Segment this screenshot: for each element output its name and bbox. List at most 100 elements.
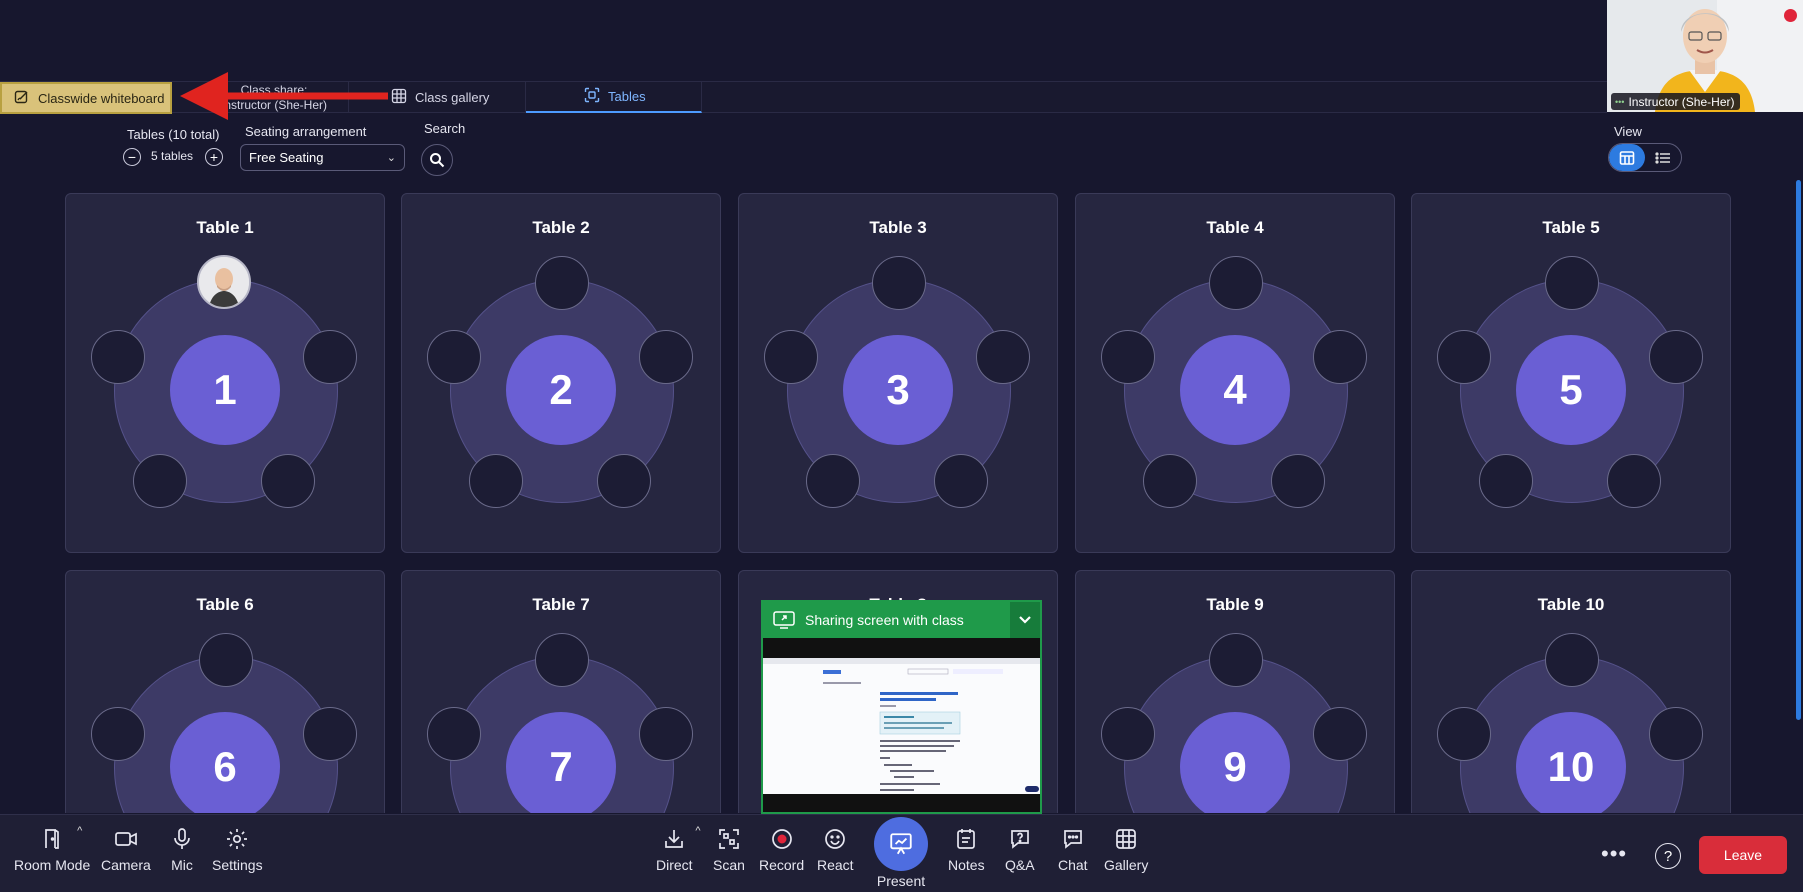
camera-button[interactable]: Camera [101, 827, 151, 873]
seat-empty[interactable] [1437, 707, 1491, 761]
seat-empty[interactable] [199, 633, 253, 687]
scan-button[interactable]: Scan [713, 827, 745, 873]
notes-button[interactable]: Notes [948, 827, 985, 873]
door-icon [45, 829, 59, 849]
gear-icon [227, 829, 248, 849]
qa-button[interactable]: Q&A [1005, 827, 1035, 873]
seat-empty[interactable] [133, 454, 187, 508]
share-header: Sharing screen with class [763, 602, 1040, 638]
mic-label: Mic [171, 857, 193, 873]
seat-empty[interactable] [639, 707, 693, 761]
seat-empty[interactable] [427, 707, 481, 761]
grid-icon [1116, 829, 1137, 849]
table-card[interactable]: Table 4 4 [1075, 193, 1395, 553]
video-name-tag: ••• Instructor (She-Her) [1611, 93, 1741, 110]
tab-classwide-whiteboard[interactable]: Classwide whiteboard [0, 82, 172, 114]
video-name-label: Instructor (She-Her) [1628, 94, 1735, 109]
seat-empty[interactable] [427, 330, 481, 384]
seat-empty[interactable] [469, 454, 523, 508]
table-number: 5 [1516, 335, 1626, 445]
grid-scrollbar[interactable] [1796, 180, 1801, 720]
seat-empty[interactable] [976, 330, 1030, 384]
seat-empty[interactable] [535, 633, 589, 687]
decrease-tables-button[interactable]: − [123, 148, 141, 166]
table-card[interactable]: Table 10 10 [1411, 570, 1731, 813]
screen-share-icon [773, 611, 795, 629]
table-card[interactable]: Table 9 9 [1075, 570, 1395, 813]
seat-empty[interactable] [934, 454, 988, 508]
leave-button[interactable]: Leave [1699, 836, 1787, 874]
seat-empty[interactable] [1545, 256, 1599, 310]
more-options-button[interactable]: ••• [1601, 841, 1627, 867]
react-label: React [817, 857, 854, 873]
audio-level-icon: ••• [1615, 96, 1625, 107]
seat-empty[interactable] [1437, 330, 1491, 384]
qa-label: Q&A [1005, 857, 1035, 873]
share-options-button[interactable] [1010, 602, 1040, 638]
seat-empty[interactable] [1101, 330, 1155, 384]
record-button[interactable]: Record [759, 827, 804, 873]
increase-tables-button[interactable]: + [205, 148, 223, 166]
room-mode-button[interactable]: Room Mode ^ [14, 825, 91, 873]
seat-empty[interactable] [1607, 454, 1661, 508]
tables-count: 5 tables [151, 149, 194, 163]
notes-label: Notes [948, 857, 985, 873]
seat-empty[interactable] [764, 330, 818, 384]
tables-icon [584, 87, 600, 106]
tab-tables[interactable]: Tables [526, 82, 702, 113]
react-button[interactable]: React [817, 827, 854, 873]
seat-empty[interactable] [1313, 707, 1367, 761]
table-card[interactable]: Table 3 3 [738, 193, 1058, 553]
seat-empty[interactable] [1313, 330, 1367, 384]
chat-button[interactable]: Chat [1058, 827, 1088, 873]
chevron-up-icon[interactable]: ^ [695, 825, 700, 837]
seat-empty[interactable] [303, 707, 357, 761]
search-button[interactable] [421, 144, 453, 176]
seat-empty[interactable] [535, 256, 589, 310]
table-layout-icon [1619, 150, 1635, 165]
seat-empty[interactable] [597, 454, 651, 508]
chevron-up-icon[interactable]: ^ [77, 825, 82, 837]
seat-empty[interactable] [1209, 633, 1263, 687]
list-view-button[interactable] [1645, 144, 1681, 171]
present-button[interactable] [874, 817, 928, 871]
seat-empty[interactable] [1143, 454, 1197, 508]
camera-label: Camera [101, 857, 151, 873]
help-button[interactable]: ? [1655, 843, 1681, 869]
seat-empty[interactable] [1479, 454, 1533, 508]
mic-button[interactable]: Mic [170, 827, 194, 873]
notes-icon [957, 829, 976, 849]
seat-empty[interactable] [1101, 707, 1155, 761]
direct-button[interactable]: Direct ^ [656, 825, 701, 873]
camera-icon [115, 832, 137, 846]
table-title: Table 7 [532, 595, 590, 614]
seat-empty[interactable] [303, 330, 357, 384]
seat-empty[interactable] [806, 454, 860, 508]
screen-share-preview[interactable]: Sharing screen with class [761, 600, 1042, 814]
table-card[interactable]: Table 2 2 [401, 193, 721, 553]
table-card[interactable]: Table 7 7 [401, 570, 721, 813]
settings-button[interactable]: Settings [212, 827, 263, 873]
seat-empty[interactable] [1649, 330, 1703, 384]
seat-empty[interactable] [872, 256, 926, 310]
present-icon [890, 833, 912, 855]
seat-empty[interactable] [1271, 454, 1325, 508]
instructor-video-tile[interactable]: ••• Instructor (She-Her) [1607, 0, 1803, 112]
table-card[interactable]: Table 1 1 [65, 193, 385, 553]
grid-icon [391, 88, 407, 107]
seat-empty[interactable] [639, 330, 693, 384]
table-card[interactable]: Table 5 5 [1411, 193, 1731, 553]
seat-empty[interactable] [1545, 633, 1599, 687]
seat-empty[interactable] [1649, 707, 1703, 761]
seat-occupied[interactable] [197, 255, 251, 309]
seat-empty[interactable] [261, 454, 315, 508]
gallery-button[interactable]: Gallery [1104, 827, 1148, 873]
seating-arrangement-select[interactable]: Free Seating ⌄ [240, 144, 405, 171]
record-icon [771, 829, 792, 849]
seat-empty[interactable] [91, 707, 145, 761]
table-view-button[interactable] [1609, 144, 1645, 171]
room-mode-label: Room Mode [14, 857, 91, 873]
table-card[interactable]: Table 6 6 [65, 570, 385, 813]
seat-empty[interactable] [91, 330, 145, 384]
seat-empty[interactable] [1209, 256, 1263, 310]
